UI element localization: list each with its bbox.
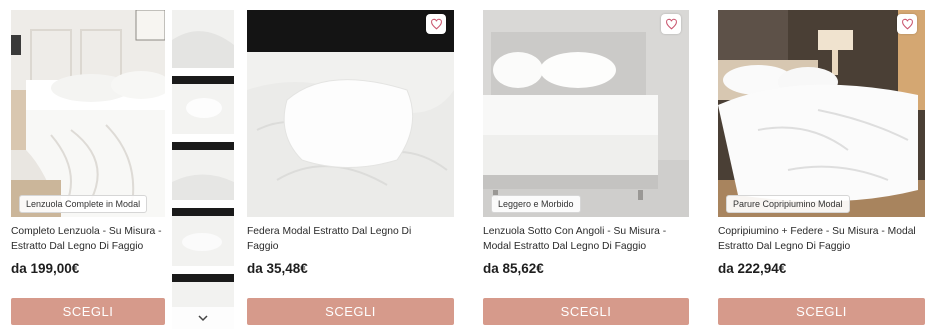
product-price: da 85,62€: [483, 261, 544, 276]
product-tag: Parure Copripiumino Modal: [726, 195, 850, 213]
wishlist-button[interactable]: [661, 14, 681, 34]
chevron-down-icon: [198, 314, 208, 321]
heart-icon: [430, 18, 442, 30]
product-image-1[interactable]: Lenzuola Complete in Modal: [11, 10, 165, 217]
product-card-1[interactable]: Lenzuola Complete in Modal Completo Lenz…: [0, 0, 165, 329]
heart-icon: [901, 18, 913, 30]
gallery-next-button[interactable]: [172, 307, 234, 329]
thumbnail[interactable]: [172, 208, 234, 266]
choose-button[interactable]: SCEGLI: [483, 298, 689, 325]
product-image-3[interactable]: Leggero e Morbido: [483, 10, 689, 217]
choose-button[interactable]: SCEGLI: [11, 298, 165, 325]
heart-icon: [665, 18, 677, 30]
product-title[interactable]: Lenzuola Sotto Con Angoli - Su Misura - …: [483, 224, 703, 254]
wishlist-button[interactable]: [897, 14, 917, 34]
product-image-4[interactable]: Parure Copripiumino Modal: [718, 10, 925, 217]
product-card-2[interactable]: Federa Modal Estratto Dal Legno Di Faggi…: [247, 0, 454, 329]
product-image-2[interactable]: [247, 10, 454, 217]
product-tag: Lenzuola Complete in Modal: [19, 195, 148, 213]
choose-button[interactable]: SCEGLI: [718, 298, 925, 325]
product-title[interactable]: Federa Modal Estratto Dal Legno Di Faggi…: [247, 224, 454, 254]
product-price: da 35,48€: [247, 261, 308, 276]
image-thumbnail-strip[interactable]: [172, 10, 234, 329]
product-title[interactable]: Copripiumino + Federe - Su Misura - Moda…: [718, 224, 934, 254]
product-card-3[interactable]: Leggero e Morbido Lenzuola Sotto Con Ang…: [483, 0, 689, 329]
wishlist-button[interactable]: [426, 14, 446, 34]
product-tag: Leggero e Morbido: [491, 195, 581, 213]
product-title[interactable]: Completo Lenzuola - Su Misura - Estratto…: [11, 224, 176, 254]
thumbnail[interactable]: [172, 76, 234, 134]
choose-button[interactable]: SCEGLI: [247, 298, 454, 325]
product-card-4[interactable]: Parure Copripiumino Modal Copripiumino +…: [718, 0, 925, 329]
product-price: da 199,00€: [11, 261, 80, 276]
thumbnail[interactable]: [172, 142, 234, 200]
product-price: da 222,94€: [718, 261, 787, 276]
thumbnail[interactable]: [172, 10, 234, 68]
